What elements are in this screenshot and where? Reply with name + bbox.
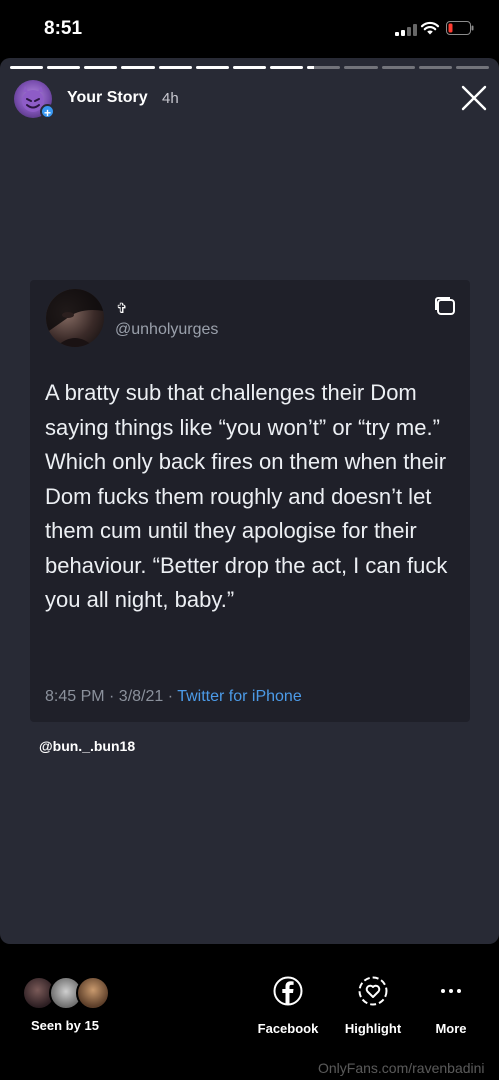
progress-segment: [195, 66, 229, 69]
viewer-avatars[interactable]: [22, 976, 112, 1010]
tweet-source: Twitter for iPhone: [177, 688, 302, 705]
tweet-screenshot: ✞ @unholyurges A bratty sub that challen…: [30, 280, 470, 722]
copy-icon: [435, 297, 455, 315]
tweet-handle: @unholyurges: [115, 321, 219, 338]
close-icon[interactable]: [460, 84, 488, 112]
story-owner-label[interactable]: Your Story: [67, 89, 148, 107]
highlight-heart-icon: [358, 976, 388, 1006]
cellular-signal-icon: [395, 24, 417, 36]
story-progress-bar: [10, 66, 490, 69]
tweet-display-name: ✞: [116, 300, 128, 316]
progress-segment: [10, 66, 44, 69]
progress-segment: [307, 66, 341, 69]
story-footer: Seen by 15 Facebook Highlight More OnlyF…: [0, 944, 499, 1080]
story-viewer[interactable]: + Your Story 4h ✞ @unholyurges A bratty …: [0, 58, 499, 944]
progress-segment: [232, 66, 267, 69]
tweet-meta: 8:45 PM · 3/8/21 · Twitter for iPhone: [45, 688, 302, 706]
battery-low-icon: [446, 21, 474, 35]
progress-segment: [158, 66, 192, 69]
add-story-plus-icon[interactable]: +: [40, 104, 55, 120]
progress-segment: [344, 66, 378, 69]
progress-segment: [47, 66, 81, 69]
tweet-author-avatar: [46, 289, 104, 347]
progress-segment: [381, 66, 415, 69]
more-button[interactable]: More: [428, 976, 474, 1036]
progress-segment: [84, 66, 118, 69]
facebook-label: Facebook: [257, 1021, 319, 1036]
status-bar: 8:51: [0, 0, 499, 58]
facebook-share-button[interactable]: Facebook: [256, 976, 320, 1036]
story-age: 4h: [162, 90, 179, 107]
viewer-avatar: [76, 976, 110, 1010]
mention-sticker[interactable]: @bun._.bun18: [39, 738, 135, 754]
progress-segment: [270, 66, 304, 69]
watermark: OnlyFans.com/ravenbadini: [318, 1060, 485, 1076]
seen-by-count[interactable]: Seen by 15: [31, 1018, 99, 1033]
tweet-timestamp: 8:45 PM · 3/8/21 ·: [45, 688, 178, 705]
progress-segment: [418, 66, 452, 69]
progress-segment: [121, 66, 155, 69]
highlight-label: Highlight: [344, 1021, 402, 1036]
status-time: 8:51: [44, 18, 83, 39]
wifi-icon: [420, 21, 440, 35]
progress-segment: [455, 66, 490, 69]
more-label: More: [435, 1021, 467, 1036]
highlight-button[interactable]: Highlight: [342, 976, 404, 1036]
facebook-icon: [273, 976, 303, 1006]
tweet-text: A bratty sub that challenges their Dom s…: [45, 380, 448, 612]
more-dots-icon: [441, 989, 461, 993]
